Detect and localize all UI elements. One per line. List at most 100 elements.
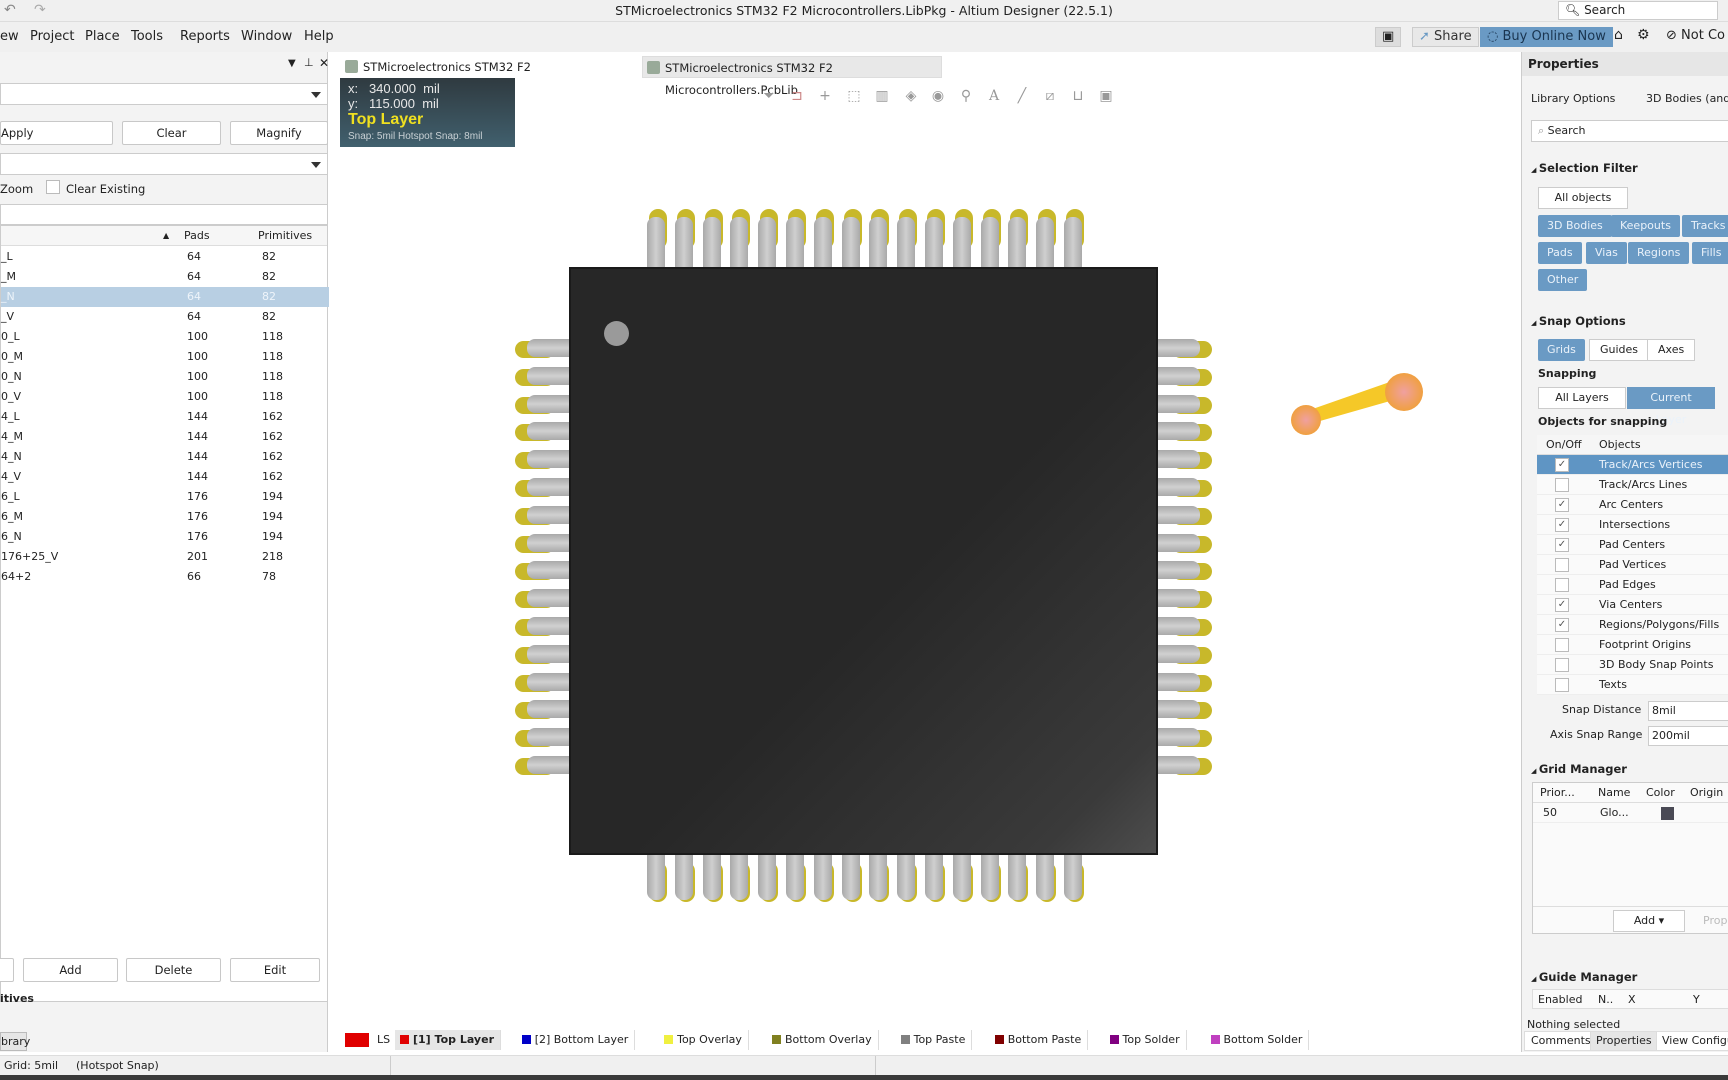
table-row[interactable]: _M 64 82 [1, 267, 329, 287]
snap-object-row[interactable]: ✓ Arc Centers [1537, 495, 1728, 515]
col-primitives[interactable]: Primitives [258, 226, 312, 246]
partial-button[interactable] [0, 958, 14, 982]
snap-object-row[interactable]: Pad Vertices [1537, 555, 1728, 575]
snap-object-row[interactable]: Track/Arcs Lines [1537, 475, 1728, 495]
crosshair-icon[interactable]: + [816, 88, 834, 106]
layer-tab[interactable]: Top Paste [895, 1030, 973, 1050]
tab-properties[interactable]: Properties [1590, 1031, 1658, 1051]
delete-button[interactable]: Delete [126, 958, 221, 982]
axis-snap-range-input[interactable]: 200mil [1648, 726, 1728, 746]
snap-options-header[interactable]: Snap Options [1531, 314, 1626, 328]
layer-tab[interactable]: Top Solder [1104, 1030, 1187, 1050]
bodies-tab[interactable]: 3D Bodies (and S [1646, 92, 1728, 105]
not-connected-status[interactable]: ⊘ Not Co [1666, 28, 1725, 43]
selection-filter-header[interactable]: Selection Filter [1531, 161, 1638, 175]
grid-manager-header[interactable]: Grid Manager [1531, 762, 1627, 776]
pad-icon[interactable]: ◉ [929, 88, 947, 106]
snap-guides-button[interactable]: Guides [1589, 339, 1650, 361]
magnify-button[interactable]: Magnify [230, 121, 328, 145]
sort-asc-icon[interactable]: ▲ [163, 226, 169, 246]
snap-object-row[interactable]: Footprint Origins [1537, 635, 1728, 655]
table-row[interactable]: 4_M 144 162 [1, 427, 329, 447]
global-search-input[interactable]: 🔍︎ Search [1558, 1, 1718, 20]
col-origin[interactable]: Origin [1690, 783, 1723, 803]
table-row[interactable]: 4_L 144 162 [1, 407, 329, 427]
snap-object-row[interactable]: ✓ Track/Arcs Vertices [1537, 455, 1728, 475]
close-icon[interactable]: ✕ [319, 56, 329, 70]
selected-track-pad[interactable] [1279, 352, 1429, 437]
home-icon[interactable]: ⌂ [1614, 27, 1623, 43]
add-button[interactable]: Add [23, 958, 118, 982]
table-row[interactable]: _N 64 82 [1, 287, 329, 307]
snap-distance-input[interactable]: 8mil [1648, 701, 1728, 721]
tab-schlib[interactable]: STMicroelectronics STM32 F2 Microcontrol… [341, 56, 641, 96]
table-row[interactable]: 6_L 176 194 [1, 487, 329, 507]
guide-manager-header[interactable]: Guide Manager [1531, 970, 1637, 984]
snap-object-checkbox[interactable] [1555, 638, 1569, 652]
snap-object-checkbox[interactable]: ✓ [1555, 618, 1569, 632]
filter-keepouts[interactable]: Keepouts [1611, 215, 1680, 237]
board-icon[interactable]: ▣ [1097, 88, 1115, 106]
table-row[interactable]: 0_N 100 118 [1, 367, 329, 387]
snap-grids-button[interactable]: Grids [1538, 339, 1585, 361]
table-row[interactable]: _L 64 82 [1, 247, 329, 267]
snap-object-checkbox[interactable]: ✓ [1555, 498, 1569, 512]
snap-object-checkbox[interactable]: ✓ [1555, 538, 1569, 552]
layer-tab[interactable]: Bottom Paste [989, 1030, 1089, 1050]
apply-button[interactable]: Apply [0, 121, 113, 145]
mask-dropdown[interactable] [0, 83, 328, 105]
tab-view-configuration[interactable]: View Configu [1656, 1031, 1728, 1051]
filter-fills[interactable]: Fills [1692, 242, 1728, 264]
component-icon[interactable]: ◈ [902, 88, 920, 106]
col-color[interactable]: Color [1646, 783, 1675, 803]
table-row[interactable]: 4_N 144 162 [1, 447, 329, 467]
route-icon[interactable]: ⊐ [788, 88, 806, 106]
col-name[interactable]: Name [1598, 783, 1630, 803]
gear-icon[interactable]: ⚙ [1637, 27, 1650, 43]
layer-tab[interactable]: Bottom Overlay [767, 1030, 879, 1050]
table-row[interactable]: 0_M 100 118 [1, 347, 329, 367]
snap-object-row[interactable]: ✓ Intersections [1537, 515, 1728, 535]
via-icon[interactable]: ⚲ [957, 88, 975, 106]
table-row[interactable]: 64+2 66 78 [1, 567, 329, 587]
filter-other[interactable]: Other [1538, 269, 1588, 291]
snap-object-row[interactable]: 3D Body Snap Points [1537, 655, 1728, 675]
table-row[interactable]: 0_V 100 118 [1, 387, 329, 407]
align-icon[interactable]: ▥ [873, 88, 891, 106]
filter-regions[interactable]: Regions [1628, 242, 1690, 264]
pcb-library-tab[interactable]: brary [0, 1032, 30, 1051]
menu-help[interactable]: Help [304, 29, 334, 44]
layer-tab[interactable]: [2] Bottom Layer [516, 1030, 636, 1050]
menu-place[interactable]: Place [85, 29, 120, 44]
snap-object-checkbox[interactable] [1555, 578, 1569, 592]
all-objects-button[interactable]: All objects [1538, 187, 1628, 209]
snap-object-checkbox[interactable] [1555, 478, 1569, 492]
zoom-checkbox-label[interactable]: Zoom [0, 182, 33, 196]
filter-3d-bodies[interactable]: 3D Bodies [1538, 215, 1612, 237]
snap-object-row[interactable]: ✓ Regions/Polygons/Fills [1537, 615, 1728, 635]
table-row[interactable]: 6_M 176 194 [1, 507, 329, 527]
grid-add-button[interactable]: Add ▾ [1613, 910, 1685, 932]
buy-online-button[interactable]: ◌ Buy Online Now [1480, 27, 1613, 47]
snap-object-checkbox[interactable] [1555, 678, 1569, 692]
snap-object-row[interactable]: ✓ Pad Centers [1537, 535, 1728, 555]
tab-comments[interactable]: Comments [1524, 1031, 1598, 1051]
snap-object-row[interactable]: Texts [1537, 675, 1728, 695]
menu-tools[interactable]: Tools [131, 29, 163, 44]
layer-tab[interactable]: LS [343, 1030, 398, 1050]
snap-object-row[interactable]: Pad Edges [1537, 575, 1728, 595]
dimension-icon[interactable]: ⊔ [1069, 88, 1087, 106]
snap-current-layer[interactable]: Current Layer [1627, 387, 1715, 426]
col-pads[interactable]: Pads [184, 226, 210, 246]
comment-button[interactable]: ▣ [1375, 27, 1401, 47]
snap-object-checkbox[interactable]: ✓ [1555, 598, 1569, 612]
edit-button[interactable]: Edit [230, 958, 320, 982]
clear-button[interactable]: Clear [122, 121, 221, 145]
menu-project[interactable]: Project [30, 29, 74, 44]
edit-line-icon[interactable]: ⧄ [1041, 88, 1059, 106]
clear-existing-checkbox[interactable] [46, 180, 60, 194]
snap-object-checkbox[interactable]: ✓ [1555, 518, 1569, 532]
filter-icon[interactable]: ⏷ [760, 88, 778, 106]
ic-package-body[interactable] [569, 267, 1158, 855]
filter-vias[interactable]: Vias [1586, 242, 1627, 264]
